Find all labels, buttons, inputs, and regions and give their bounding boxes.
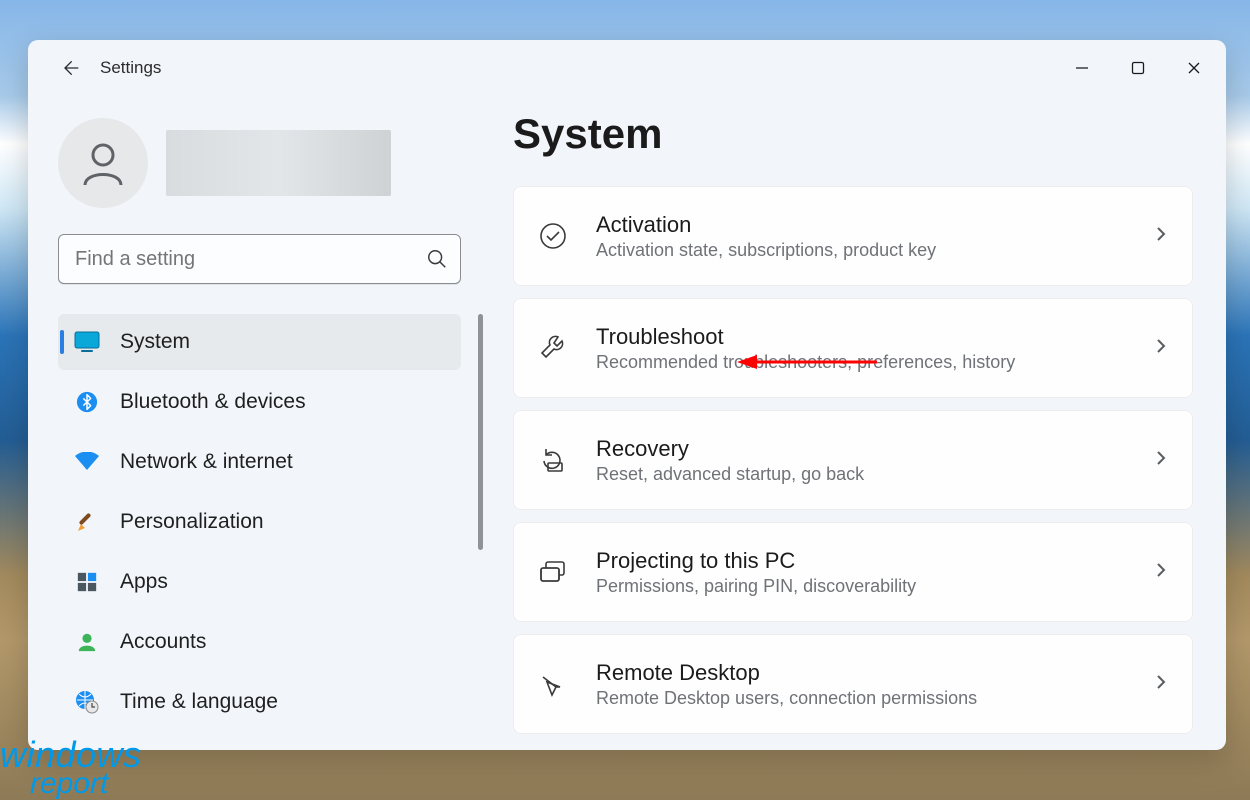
check-circle-icon xyxy=(536,219,570,253)
account-name-redacted xyxy=(166,130,391,196)
watermark: windows report xyxy=(0,740,142,796)
card-title: Recovery xyxy=(596,436,1126,462)
globe-clock-icon xyxy=(74,689,100,715)
bluetooth-icon xyxy=(74,389,100,415)
sidebar-item-label: Bluetooth & devices xyxy=(120,390,306,414)
wrench-icon xyxy=(536,331,570,365)
sidebar-item-label: Personalization xyxy=(120,510,264,534)
sidebar-item-label: Accounts xyxy=(120,630,206,654)
sidebar-item-time[interactable]: Time & language xyxy=(58,674,461,730)
minimize-button[interactable] xyxy=(1054,46,1110,90)
card-activation[interactable]: Activation Activation state, subscriptio… xyxy=(513,186,1193,286)
card-subtitle: Permissions, pairing PIN, discoverabilit… xyxy=(596,576,1126,597)
title-bar: Settings xyxy=(28,40,1226,96)
screens-icon xyxy=(536,555,570,589)
paintbrush-icon xyxy=(74,509,100,535)
card-recovery[interactable]: Recovery Reset, advanced startup, go bac… xyxy=(513,410,1193,510)
sidebar-nav: System Bluetooth & devices Network & int… xyxy=(58,314,489,734)
sidebar-item-bluetooth[interactable]: Bluetooth & devices xyxy=(58,374,461,430)
system-icon xyxy=(74,329,100,355)
remote-desktop-icon xyxy=(536,667,570,701)
maximize-button[interactable] xyxy=(1110,46,1166,90)
card-title: Troubleshoot xyxy=(596,324,1126,350)
person-icon xyxy=(74,629,100,655)
chevron-right-icon xyxy=(1152,561,1170,584)
chevron-right-icon xyxy=(1152,225,1170,248)
apps-icon xyxy=(74,569,100,595)
sidebar-item-personalization[interactable]: Personalization xyxy=(58,494,461,550)
card-troubleshoot[interactable]: Troubleshoot Recommended troubleshooters… xyxy=(513,298,1193,398)
watermark-line1: windows xyxy=(0,740,142,771)
search-input-container[interactable] xyxy=(58,234,461,284)
settings-cards: Activation Activation state, subscriptio… xyxy=(513,186,1193,734)
account-header[interactable] xyxy=(58,118,489,208)
sidebar-item-system[interactable]: System xyxy=(58,314,461,370)
sidebar: System Bluetooth & devices Network & int… xyxy=(28,96,513,750)
card-subtitle: Remote Desktop users, connection permiss… xyxy=(596,688,1126,709)
sidebar-scrollbar[interactable] xyxy=(478,314,483,550)
sidebar-item-label: Apps xyxy=(120,570,168,594)
wifi-icon xyxy=(74,449,100,475)
chevron-right-icon xyxy=(1152,337,1170,360)
card-subtitle: Reset, advanced startup, go back xyxy=(596,464,1126,485)
card-title: Remote Desktop xyxy=(596,660,1126,686)
card-subtitle: Activation state, subscriptions, product… xyxy=(596,240,1126,261)
avatar xyxy=(58,118,148,208)
recovery-icon xyxy=(536,443,570,477)
back-button[interactable] xyxy=(50,48,90,88)
chevron-right-icon xyxy=(1152,449,1170,472)
close-button[interactable] xyxy=(1166,46,1222,90)
main-content: System Activation Activation state, subs… xyxy=(513,96,1226,750)
sidebar-item-label: Network & internet xyxy=(120,450,293,474)
sidebar-item-network[interactable]: Network & internet xyxy=(58,434,461,490)
search-wrap xyxy=(58,234,489,284)
card-title: Projecting to this PC xyxy=(596,548,1126,574)
window-title: Settings xyxy=(100,58,161,78)
sidebar-item-label: System xyxy=(120,330,190,354)
card-remote-desktop[interactable]: Remote Desktop Remote Desktop users, con… xyxy=(513,634,1193,734)
card-title: Activation xyxy=(596,212,1126,238)
card-subtitle: Recommended troubleshooters, preferences… xyxy=(596,352,1126,373)
sidebar-item-apps[interactable]: Apps xyxy=(58,554,461,610)
sidebar-item-accounts[interactable]: Accounts xyxy=(58,614,461,670)
window-body: System Bluetooth & devices Network & int… xyxy=(28,96,1226,750)
search-input[interactable] xyxy=(75,248,426,271)
sidebar-item-label: Time & language xyxy=(120,690,278,714)
card-projecting[interactable]: Projecting to this PC Permissions, pairi… xyxy=(513,522,1193,622)
search-icon xyxy=(426,248,448,270)
page-title: System xyxy=(513,110,1204,158)
chevron-right-icon xyxy=(1152,673,1170,696)
settings-window: Settings xyxy=(28,40,1226,750)
